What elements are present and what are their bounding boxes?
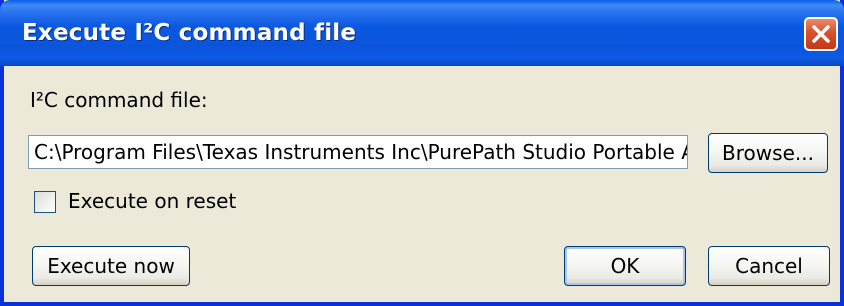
command-file-path-input[interactable]: C:\Program Files\Texas Instruments Inc\P… — [28, 135, 688, 169]
close-icon — [812, 25, 830, 43]
dialog-title: Execute I²C command file — [22, 20, 357, 46]
ok-button[interactable]: OK — [564, 246, 686, 286]
title-bar[interactable]: Execute I²C command file — [0, 0, 844, 66]
close-button[interactable] — [804, 17, 838, 51]
dialog-body: I²C command file: C:\Program Files\Texas… — [4, 66, 840, 302]
browse-button[interactable]: Browse... — [708, 133, 828, 173]
cancel-button[interactable]: Cancel — [708, 246, 830, 286]
execute-on-reset-checkbox[interactable] — [34, 191, 56, 213]
execute-on-reset-label: Execute on reset — [68, 189, 237, 213]
dialog-window: Execute I²C command file I²C command fil… — [0, 0, 844, 306]
execute-now-button[interactable]: Execute now — [32, 246, 190, 286]
command-file-label: I²C command file: — [30, 88, 208, 112]
